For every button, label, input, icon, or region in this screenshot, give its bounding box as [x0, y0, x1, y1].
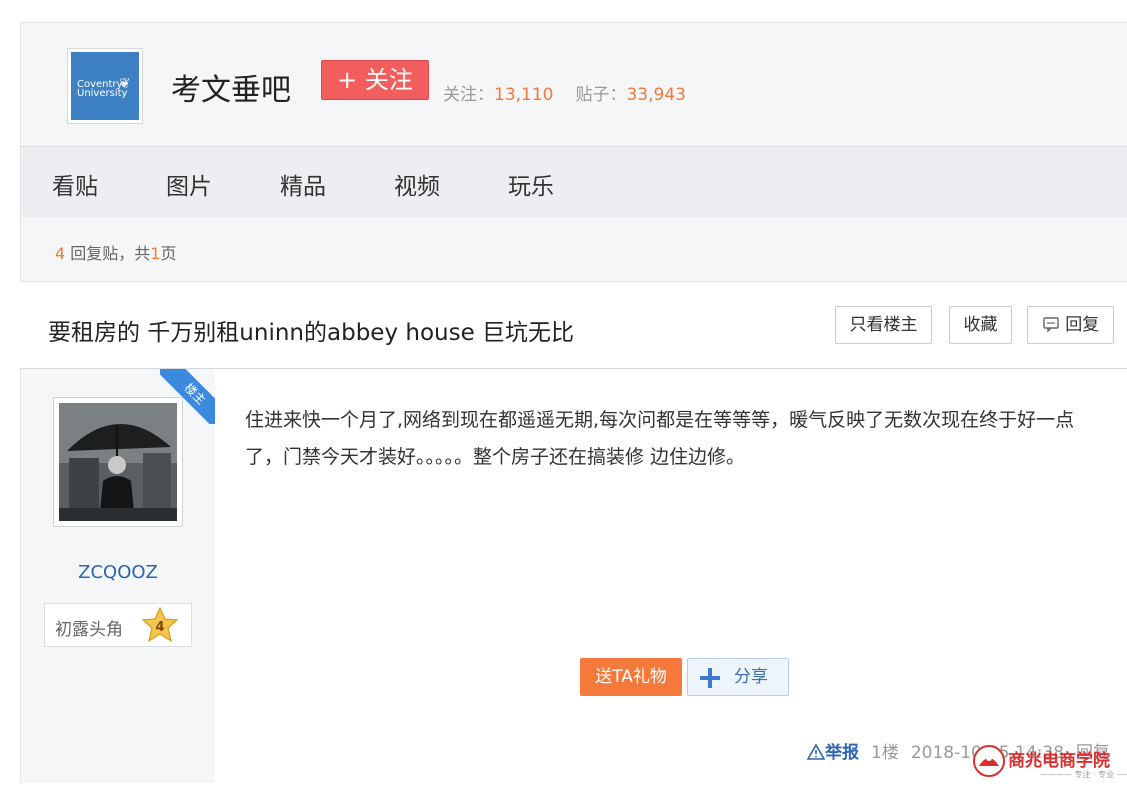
level-badge[interactable]: 初露头角 4 [44, 603, 192, 647]
tab-featured[interactable]: 精品 [280, 167, 326, 201]
follow-count-label: 关注： [443, 85, 494, 105]
thread-title: 要租房的 千万别租uninn的abbey house 巨坑无比 [48, 320, 575, 346]
forum-logo[interactable]: Coventry University ❦ [67, 48, 143, 124]
logo-image: Coventry University ❦ [71, 52, 139, 120]
comment-icon [1043, 317, 1059, 333]
share-label: 分享 [734, 667, 768, 687]
avatar[interactable] [53, 397, 183, 527]
watermark-logo-icon [973, 745, 1005, 777]
only-op-button[interactable]: 只看楼主 [835, 306, 932, 344]
level-name: 初露头角 [55, 620, 123, 640]
watermark: 商兆电商学院 ———— 专注 · 专业 ———— [970, 740, 1127, 784]
tab-videos[interactable]: 视频 [394, 167, 440, 201]
forum-stats: 关注：13,110 贴子：33,943 [443, 80, 686, 105]
reply-summary: 4 回复贴，共1页 [55, 240, 176, 264]
share-button[interactable]: 分享 [687, 658, 789, 696]
level-star-icon: 4 [141, 607, 179, 643]
thread-title-row: 要租房的 千万别租uninn的abbey house 巨坑无比 只看楼主 收藏 … [20, 282, 1127, 369]
logo-bird-icon: ❦ [119, 76, 131, 92]
reply-button[interactable]: 回复 [1027, 306, 1114, 344]
plus-icon [700, 668, 720, 688]
post-count-label: 贴子： [575, 85, 627, 105]
forum-name[interactable]: 考文垂吧 [171, 65, 291, 109]
warning-icon [806, 743, 826, 760]
avatar-image [59, 403, 177, 521]
author-sidebar: 楼主 ZCQOOZ 初露头角 4 [20, 369, 215, 783]
page-count: 1 [150, 244, 161, 263]
forum-tabs: 看贴 图片 精品 视频 玩乐 [20, 146, 1127, 218]
follow-button[interactable]: + 关注 [321, 60, 429, 100]
reply-button-label: 回复 [1065, 315, 1100, 335]
reply-summary-text: 回复贴，共 [65, 244, 151, 263]
level-number: 4 [155, 620, 164, 635]
post-content: 住进来快一个月了,网络到现在都遥遥无期,每次问都是在等等等，暖气反映了无数次现在… [245, 409, 1075, 468]
send-gift-button[interactable]: 送TA礼物 [580, 658, 682, 696]
report-label: 举报 [825, 743, 859, 763]
reply-count: 4 [55, 244, 66, 263]
reply-summary-text-end: 页 [160, 244, 177, 263]
tab-posts[interactable]: 看贴 [52, 167, 98, 201]
favorite-button[interactable]: 收藏 [949, 306, 1012, 344]
tab-fun[interactable]: 玩乐 [508, 167, 554, 201]
reply-summary-bar: 4 回复贴，共1页 [20, 217, 1127, 282]
tab-images[interactable]: 图片 [166, 167, 212, 201]
post-count: 33,943 [626, 85, 686, 105]
follow-count: 13,110 [494, 85, 554, 105]
floor-number: 1楼 [871, 743, 899, 763]
watermark-text: 商兆电商学院 [1008, 751, 1110, 771]
report-link[interactable]: 举报 [806, 743, 859, 763]
author-name[interactable]: ZCQOOZ [21, 562, 215, 583]
forum-header: Coventry University ❦ 考文垂吧 + 关注 关注：13,11… [20, 22, 1127, 147]
watermark-subtext: ———— 专注 · 专业 ———— [1040, 770, 1127, 779]
